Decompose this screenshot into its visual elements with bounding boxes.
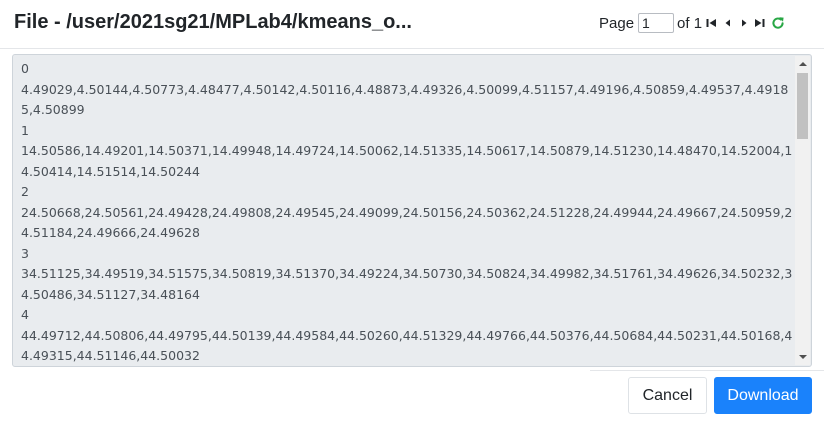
- cluster-id-line: 3: [21, 245, 29, 261]
- cancel-button[interactable]: Cancel: [628, 377, 707, 414]
- file-content-viewer[interactable]: 0 4.49029,4.50144,4.50773,4.48477,4.50142…: [12, 54, 812, 367]
- page-number-input[interactable]: [638, 13, 675, 33]
- scroll-down-arrow-icon[interactable]: [799, 355, 807, 359]
- first-page-icon[interactable]: [705, 15, 718, 31]
- last-page-icon[interactable]: [753, 15, 766, 31]
- next-page-icon[interactable]: [737, 15, 750, 31]
- cluster-values-line: 4.49029,4.50144,4.50773,4.48477,4.50142,…: [21, 81, 789, 118]
- scroll-thumb[interactable]: [797, 73, 808, 139]
- dialog-title: File - /user/2021sg21/MPLab4/kmeans_o...: [14, 11, 412, 33]
- cluster-values-line: 14.50586,14.49201,14.50371,14.49948,14.4…: [21, 143, 793, 179]
- cluster-values-line: 34.51125,34.49519,34.51575,34.50819,34.5…: [21, 266, 793, 302]
- page-label: Page: [599, 14, 635, 32]
- scroll-up-arrow-icon[interactable]: [799, 62, 807, 66]
- cluster-id-line: 2: [21, 184, 29, 199]
- page-total-label: of 1: [677, 14, 703, 32]
- download-button[interactable]: Download: [714, 377, 812, 414]
- previous-page-icon[interactable]: [721, 15, 734, 31]
- refresh-icon[interactable]: [770, 15, 786, 31]
- cluster-id-line: 0: [21, 61, 29, 76]
- content-scrollbar[interactable]: [795, 56, 810, 365]
- cluster-id-line: 4: [21, 307, 29, 322]
- cluster-values-line: 44.49712,44.50806,44.49795,44.50139,44.4…: [21, 327, 793, 364]
- cluster-values-line: 24.50668,24.50561,24.49428,24.49808,24.4…: [21, 204, 793, 241]
- file-content-text: 0 4.49029,4.50144,4.50773,4.48477,4.50142…: [21, 59, 793, 366]
- dialog-header: File - /user/2021sg21/MPLab4/kmeans_o...…: [0, 0, 824, 49]
- cluster-id-line: 1: [21, 122, 29, 138]
- footer-divider: [590, 370, 824, 371]
- pagination-controls: Page of 1: [599, 12, 786, 34]
